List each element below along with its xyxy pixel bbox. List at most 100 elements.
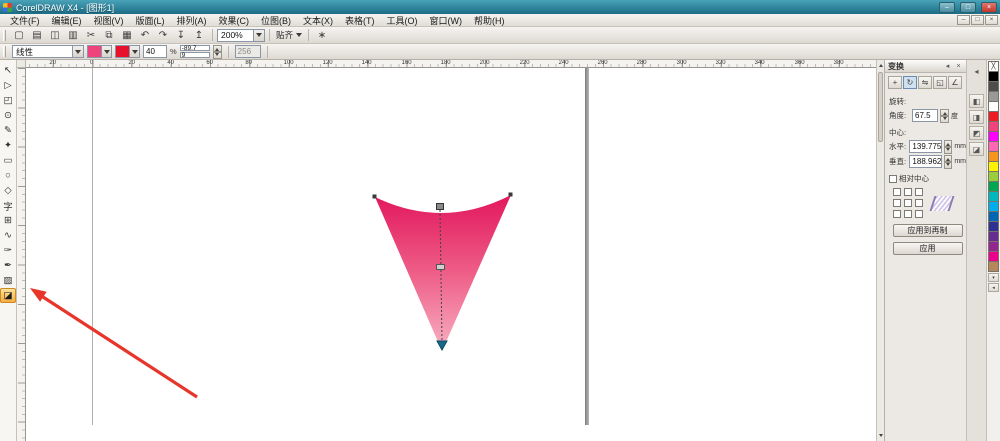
palette-scroll-down-icon[interactable]: ▾ [988,273,999,282]
anchor-checkbox[interactable] [904,199,912,207]
scale-mirror-tab-icon[interactable]: ⇋ [918,76,932,89]
vertical-scrollbar[interactable] [876,60,884,441]
ellipse-tool-icon[interactable]: ○ [0,168,16,183]
menu-item[interactable]: 表格(T) [339,14,381,26]
smart-fill-tool-icon[interactable]: ✦ [0,138,16,153]
eyedropper-tool-icon[interactable]: ✑ [0,243,16,258]
fill-end-color-picker[interactable] [115,45,140,58]
spinner[interactable] [944,140,952,153]
save-icon[interactable]: ◫ [46,28,64,43]
zoom-tool-icon[interactable]: ⊙ [0,108,16,123]
vertical-ruler[interactable] [17,68,26,441]
snap-dropdown[interactable]: 贴齐 [274,29,304,41]
export-icon[interactable]: ↥ [190,28,208,43]
apply-to-duplicate-button[interactable]: 应用到再制 [893,224,963,237]
gradient-angle-field[interactable]: -89.7 [180,45,210,51]
toolbar-grip[interactable] [3,46,6,57]
docker-tab-icon-3[interactable]: ◩ [969,126,984,140]
skew-tab-icon[interactable]: ∠ [948,76,962,89]
open-icon[interactable]: ▤ [28,28,46,43]
anchor-checkbox[interactable] [893,210,901,218]
relative-center-checkbox[interactable] [889,175,897,183]
redo-icon[interactable]: ↷ [154,28,172,43]
fill-midpoint-field[interactable]: 40 [143,45,167,58]
menu-item[interactable]: 工具(O) [381,14,424,26]
interactive-fill-tool-icon[interactable]: ◪ [0,288,16,303]
menu-item[interactable]: 位图(B) [255,14,297,26]
color-swatch[interactable] [988,261,999,272]
restore-button[interactable]: □ [960,2,976,13]
chevron-down-icon[interactable] [129,46,139,57]
paste-icon[interactable]: ▦ [118,28,136,43]
scroll-down-icon[interactable] [877,432,884,441]
new-icon[interactable]: ▢ [10,28,28,43]
anchor-checkbox[interactable] [904,210,912,218]
spinner[interactable] [213,45,222,58]
docker-tab-icon-4[interactable]: ◪ [969,142,984,156]
scrollbar-thumb[interactable] [878,72,883,142]
undo-icon[interactable]: ↶ [136,28,154,43]
shape-tool-icon[interactable]: ▷ [0,78,16,93]
blend-tool-icon[interactable]: ∿ [0,228,16,243]
menu-item[interactable]: 文件(F) [4,14,46,26]
anchor-checkbox[interactable] [893,199,901,207]
fill-start-color-picker[interactable] [87,45,112,58]
center-vertical-field[interactable]: 188.962 [909,155,942,168]
scroll-up-icon[interactable] [877,60,884,69]
apply-button[interactable]: 应用 [893,242,963,255]
anchor-checkbox[interactable] [915,188,923,196]
zoom-level-combo[interactable]: 200% [217,29,265,42]
table-tool-icon[interactable]: ⊞ [0,213,16,228]
menu-item[interactable]: 效果(C) [213,14,256,26]
chevron-down-icon[interactable] [72,46,83,57]
toolbar-grip[interactable] [3,30,6,41]
anchor-checkbox[interactable] [915,199,923,207]
menu-item[interactable]: 文本(X) [297,14,339,26]
menu-item[interactable]: 视图(V) [88,14,130,26]
ruler-origin-corner[interactable] [17,60,26,68]
text-tool-icon[interactable]: 字 [0,198,16,213]
cut-icon[interactable]: ✂ [82,28,100,43]
gradient-steps-field[interactable]: 256 [235,45,261,58]
minimize-button[interactable]: – [939,2,955,13]
gradient-edge-pad-field[interactable]: 9 [180,52,210,58]
freehand-tool-icon[interactable]: ✎ [0,123,16,138]
drawing-canvas[interactable] [26,68,876,441]
copy-icon[interactable]: ⧉ [100,28,118,43]
position-tab-icon[interactable]: + [888,76,902,89]
menu-item[interactable]: 窗口(W) [424,14,469,26]
docker-tab-icon-1[interactable]: ◧ [969,94,984,108]
rotation-angle-field[interactable]: 67.5 [912,109,938,122]
rectangle-tool-icon[interactable]: ▭ [0,153,16,168]
docker-close-icon[interactable]: × [954,63,963,70]
options-launcher-icon[interactable]: ∗ [313,28,331,43]
crop-tool-icon[interactable]: ◰ [0,93,16,108]
pick-tool-icon[interactable]: ↖ [0,63,16,78]
spinner[interactable] [940,109,949,122]
spinner[interactable] [944,155,952,168]
menu-item[interactable]: 版面(L) [130,14,171,26]
docker-strip-handle-icon[interactable]: ◂ [969,64,984,78]
document-close-button[interactable]: × [985,15,998,25]
anchor-checkbox[interactable] [904,188,912,196]
menu-item[interactable]: 编辑(E) [46,14,88,26]
print-icon[interactable]: ▥ [64,28,82,43]
outline-tool-icon[interactable]: ✒ [0,258,16,273]
fill-type-combo[interactable]: 线性 [12,45,84,58]
fill-tool-icon[interactable]: ▨ [0,273,16,288]
docker-collapse-icon[interactable]: ◂ [943,62,952,70]
chevron-down-icon[interactable] [253,30,264,41]
menu-item[interactable]: 帮助(H) [468,14,511,26]
polygon-tool-icon[interactable]: ◇ [0,183,16,198]
document-minimize-button[interactable]: – [957,15,970,25]
rotation-tab-icon[interactable]: ↻ [903,76,917,89]
close-button[interactable]: × [981,2,997,13]
horizontal-ruler[interactable]: 2002040608010012014016018020022024026028… [26,60,876,68]
palette-flyout-icon[interactable]: ◂ [988,283,999,292]
chevron-down-icon[interactable] [101,46,111,57]
size-tab-icon[interactable]: ◱ [933,76,947,89]
import-icon[interactable]: ↧ [172,28,190,43]
document-restore-button[interactable]: □ [971,15,984,25]
docker-tab-icon-2[interactable]: ◨ [969,110,984,124]
center-horizontal-field[interactable]: 139.775 [909,140,942,153]
